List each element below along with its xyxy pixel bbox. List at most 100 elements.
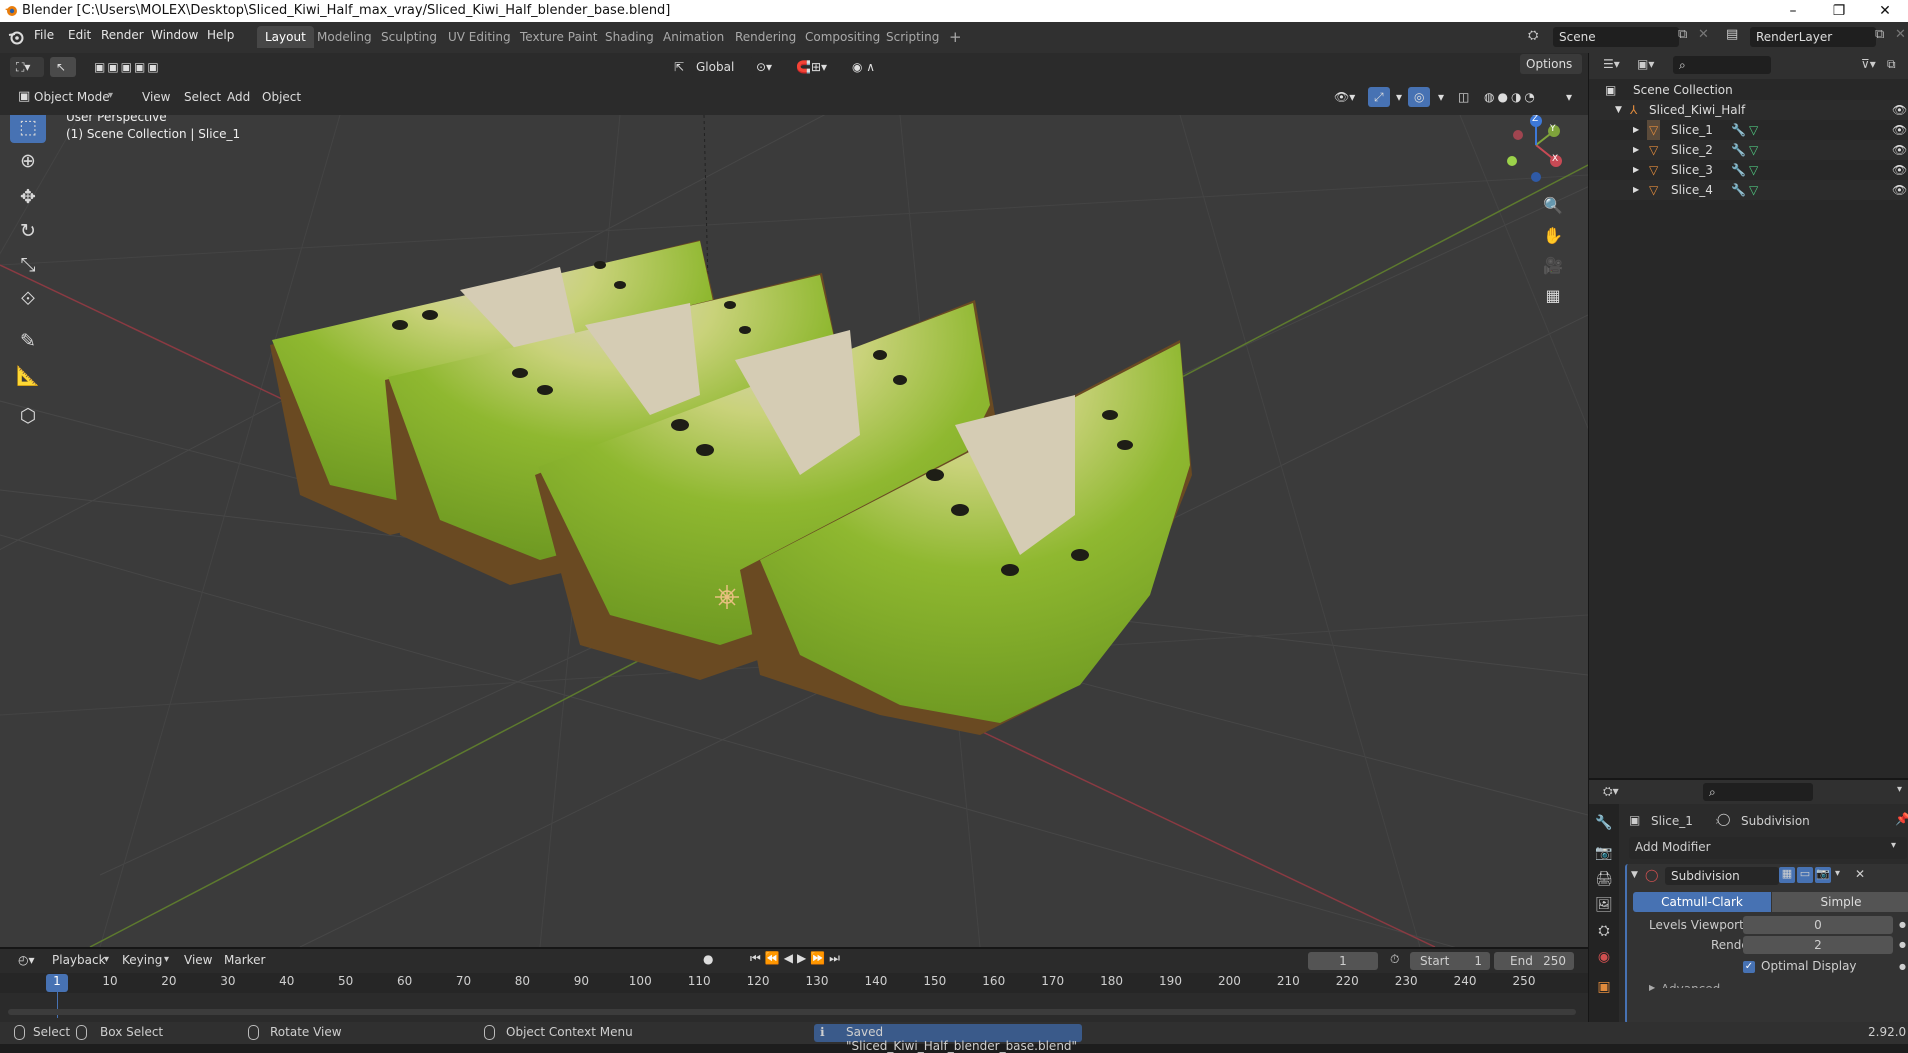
keyframe-dot-icon[interactable]: ● (1899, 940, 1906, 949)
add-workspace-button[interactable]: + (941, 26, 970, 48)
menu-render[interactable]: Render (101, 28, 144, 42)
optimal-display-checkbox[interactable]: ✓ (1743, 961, 1755, 973)
outliner-row-slice-4[interactable]: ▶ ▽ Slice_4 🔧 ▽ 👁 (1589, 180, 1908, 200)
end-frame-field[interactable]: End 250 (1494, 952, 1574, 970)
ortho-grid-icon[interactable]: ▦ (1538, 280, 1568, 310)
render-levels-field[interactable]: 2 (1743, 936, 1893, 954)
object-tab-icon[interactable]: ▣ (1590, 974, 1618, 1000)
output-tab-icon[interactable]: 🖨 (1590, 866, 1618, 892)
auto-keying-icon[interactable]: ● (703, 952, 713, 966)
levels-viewport-field[interactable]: 0 (1743, 916, 1893, 934)
world-tab-icon[interactable]: ◉ (1590, 944, 1618, 970)
pivot-point-icon[interactable]: ⊙▾ (750, 57, 778, 77)
zoom-icon[interactable]: 🔍 (1538, 190, 1568, 220)
eye-icon[interactable]: 👁 (1892, 180, 1907, 200)
restore-button[interactable]: ❐ (1816, 0, 1862, 22)
preview-range-icon[interactable]: ⏱ (1390, 952, 1399, 967)
properties-editor-type-icon[interactable]: ⛭▾ (1603, 784, 1619, 799)
keyframe-dot-icon[interactable]: ● (1899, 962, 1906, 971)
menu-object[interactable]: Object (256, 87, 307, 107)
outliner-row-scene-collection[interactable]: ▣ Scene Collection (1589, 80, 1908, 100)
gizmo-toggle-icon[interactable]: ⤢ (1368, 87, 1390, 107)
blender-menu-icon[interactable] (8, 29, 24, 45)
render-toggle-icon[interactable]: 📷 (1815, 867, 1831, 883)
start-frame-field[interactable]: Start 1 (1410, 952, 1490, 970)
modifier-name-input[interactable]: Subdivision (1665, 867, 1779, 885)
selection-mode-icons[interactable]: ▣▣▣▣▣ (88, 57, 167, 77)
tab-uv-editing[interactable]: UV Editing (440, 26, 519, 48)
delete-scene-icon[interactable]: ✕ (1698, 27, 1709, 42)
advanced-subpanel-label[interactable]: Advanced (1661, 982, 1720, 988)
mesh-data-icon[interactable]: ▽ (1749, 160, 1758, 180)
tab-shading[interactable]: Shading (597, 26, 662, 48)
cursor-tool[interactable]: ⊕ (10, 145, 46, 177)
display-mode-icon[interactable]: ▣▾ (1637, 57, 1654, 71)
chevron-right-icon[interactable]: ▶ (1633, 140, 1639, 160)
minimize-button[interactable]: – (1770, 0, 1816, 22)
menu-marker[interactable]: Marker (218, 950, 271, 970)
chevron-right-icon[interactable]: ▶ (1633, 160, 1639, 180)
tab-compositing[interactable]: Compositing (797, 26, 888, 48)
options-button[interactable]: Options (1520, 54, 1582, 74)
3d-viewport[interactable]: User Perspective (1) Scene Collection | … (0, 115, 1588, 947)
tab-animation[interactable]: Animation (655, 26, 732, 48)
menu-timeline-view[interactable]: View (178, 950, 218, 970)
menu-window[interactable]: Window (151, 28, 198, 42)
mesh-data-icon[interactable]: ▽ (1749, 120, 1758, 140)
eye-icon[interactable]: 👁 (1892, 120, 1907, 140)
pan-hand-icon[interactable]: ✋ (1538, 220, 1568, 250)
scale-tool[interactable]: ⤡ (10, 249, 46, 281)
xray-toggle-icon[interactable]: ◫ (1452, 87, 1475, 107)
outliner-row-slice-3[interactable]: ▶ ▽ Slice_3 🔧 ▽ 👁 (1589, 160, 1908, 180)
menu-edit[interactable]: Edit (68, 28, 91, 42)
catmull-clark-button[interactable]: Catmull-Clark (1633, 892, 1771, 912)
object-visibility-icon[interactable]: 👁▾ (1328, 87, 1361, 107)
chevron-right-icon[interactable]: ▶ (1633, 120, 1639, 140)
scene-tab-icon[interactable]: ⛭ (1590, 918, 1618, 944)
view-layer-selector[interactable]: RenderLayer (1750, 27, 1876, 47)
rotate-tool[interactable]: ↻ (10, 215, 46, 247)
close-icon[interactable]: ✕ (1855, 867, 1865, 881)
tab-scripting[interactable]: Scripting (878, 26, 947, 48)
mode-dropdown[interactable]: Object Mode (28, 87, 116, 107)
menu-select[interactable]: Select (178, 87, 227, 107)
chevron-down-icon[interactable]: ▾ (1560, 87, 1578, 107)
add-cube-tool[interactable]: ⬡ (10, 400, 46, 432)
camera-view-icon[interactable]: 🎥 (1538, 250, 1568, 280)
new-collection-icon[interactable]: ⧉ (1887, 57, 1896, 72)
chevron-down-icon[interactable]: ▾ (1390, 87, 1408, 107)
new-scene-icon[interactable]: ⧉ (1678, 27, 1687, 42)
outliner-search-input[interactable]: ⌕ (1673, 56, 1771, 74)
current-frame-field[interactable]: 1 (1308, 952, 1378, 970)
keyframe-dot-icon[interactable]: ● (1899, 920, 1906, 929)
outliner-row-slice-1[interactable]: ▶ ▽ Slice_1 🔧 ▽ 👁 (1589, 120, 1908, 140)
tool-tab-icon[interactable]: 🔧 (1590, 810, 1618, 836)
menu-help[interactable]: Help (207, 28, 234, 42)
eye-icon[interactable]: 👁 (1892, 100, 1907, 120)
timeline-scrollbar[interactable] (8, 1009, 1576, 1015)
chevron-down-icon[interactable]: ▾ (1432, 87, 1450, 107)
chevron-down-icon[interactable]: ▾ (1897, 784, 1902, 795)
transform-orientation-dropdown[interactable]: Global (690, 57, 754, 77)
modifier-wrench-icon[interactable]: 🔧 (1731, 140, 1746, 160)
tab-sculpting[interactable]: Sculpting (373, 26, 445, 48)
overlays-toggle-icon[interactable]: ◎ (1408, 87, 1431, 107)
render-tab-icon[interactable]: 📷 (1590, 840, 1618, 866)
chevron-down-icon[interactable]: ▼ (1615, 100, 1622, 120)
proportional-edit-icon[interactable]: ◉ ∧ (846, 57, 881, 77)
menu-file[interactable]: File (34, 28, 54, 42)
tab-modeling[interactable]: Modeling (309, 26, 380, 48)
filter-icon[interactable]: ⊽▾ (1861, 57, 1876, 71)
status-message-badge[interactable]: ℹ Saved "Sliced_Kiwi_Half_blender_base.b… (814, 1024, 1082, 1053)
transform-tool[interactable]: ⟐ (10, 283, 46, 315)
pin-icon[interactable]: 📌 (1895, 812, 1908, 826)
menu-view[interactable]: View (136, 87, 176, 107)
move-tool[interactable]: ✥ (10, 181, 46, 213)
playback-controls[interactable]: ⏮⏪◀▶⏩⏭ (750, 951, 844, 966)
tab-rendering[interactable]: Rendering (727, 26, 804, 48)
close-window-button[interactable]: ✕ (1862, 0, 1908, 22)
snap-icon[interactable]: 🧲⊞▾ (790, 57, 833, 77)
modifier-wrench-icon[interactable]: 🔧 (1731, 160, 1746, 180)
annotate-tool[interactable]: ✎ (10, 325, 46, 357)
measure-tool[interactable]: 📐 (10, 359, 46, 391)
